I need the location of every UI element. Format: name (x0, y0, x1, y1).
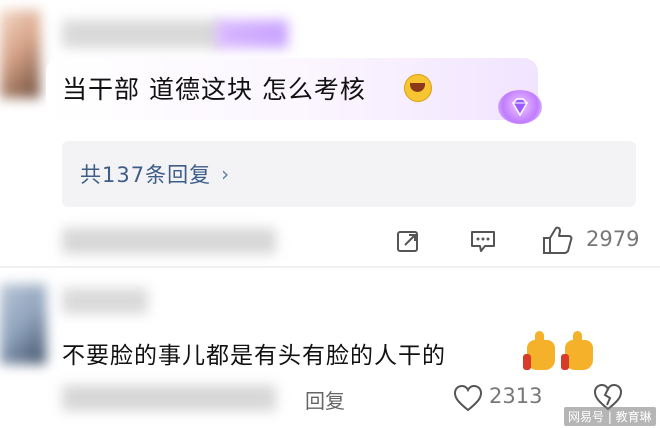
comment-text: 当干部 道德这块 怎么考核 (62, 75, 366, 104)
like-count: 2313 (489, 384, 543, 408)
user-badge (216, 20, 288, 48)
thumbs-up-icon[interactable] (541, 224, 575, 260)
comment-icon[interactable] (469, 228, 497, 258)
share-icon[interactable] (395, 228, 421, 258)
view-replies-button[interactable]: 共137条回复 › (62, 141, 636, 207)
comment-meta (62, 228, 276, 254)
diamond-badge-icon (498, 90, 542, 124)
reply-button[interactable]: 回复 (305, 385, 345, 414)
thumbs-up-emoji (523, 331, 555, 370)
laughing-crying-emoji (404, 74, 432, 102)
replies-count-label: 共137条回复 (80, 163, 212, 187)
comment-text: 不要脸的事儿都是有头有脸的人干的 (62, 343, 446, 369)
avatar[interactable] (0, 10, 40, 98)
watermark: 网易号 | 教育琳 (564, 407, 656, 426)
like-count: 2979 (586, 227, 640, 251)
comment-meta (62, 385, 276, 411)
thumbs-up-emoji (561, 331, 593, 370)
username[interactable] (62, 288, 148, 314)
avatar[interactable] (0, 284, 46, 364)
chevron-right-icon: › (221, 162, 230, 186)
heart-icon[interactable] (452, 383, 484, 417)
username[interactable] (62, 20, 222, 48)
divider (0, 266, 660, 268)
